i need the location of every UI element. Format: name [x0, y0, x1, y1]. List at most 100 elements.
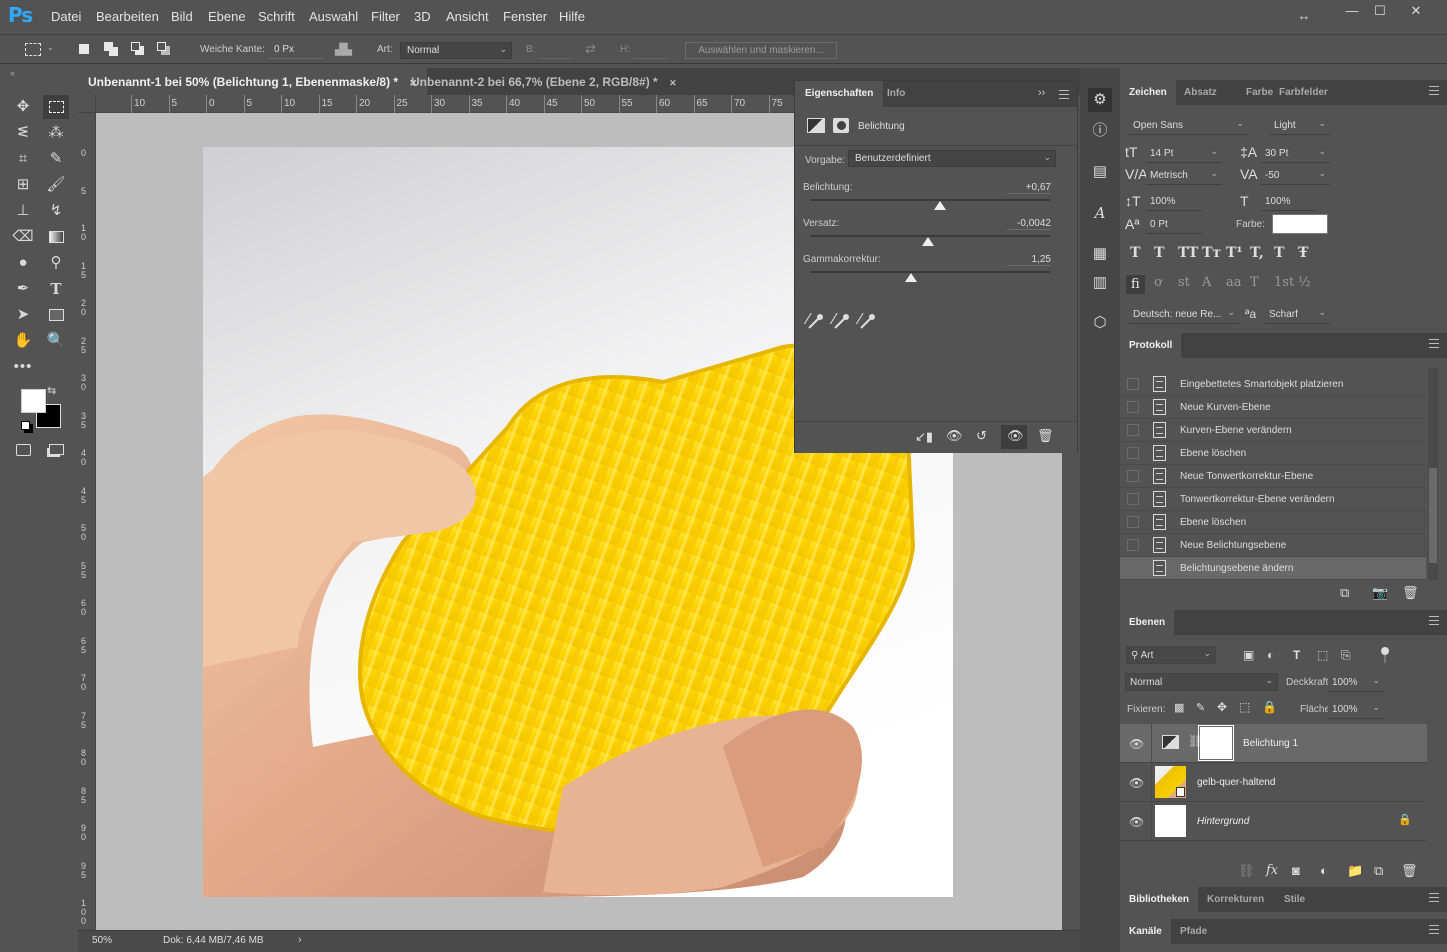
lock-icon[interactable]: 🔒	[1398, 813, 1412, 826]
offset-slider-thumb[interactable]	[921, 237, 934, 246]
lasso-tool-icon[interactable]: ᓬ	[10, 121, 36, 145]
ruler-origin[interactable]	[78, 95, 96, 113]
history-snapshot-checkbox[interactable]	[1127, 493, 1139, 505]
new-document-from-state-icon[interactable]: ⧉	[1340, 585, 1349, 601]
gamma-value[interactable]: 1,25	[1007, 254, 1051, 266]
view-previous-state-icon[interactable]: 👁	[946, 428, 963, 444]
history-snapshot-checkbox[interactable]	[1127, 470, 1139, 482]
history-item[interactable]: Belichtungsebene ändern	[1120, 557, 1426, 580]
blend-mode-select[interactable]: Normal ⌄	[1125, 673, 1278, 691]
lock-image-icon[interactable]: ✎	[1196, 701, 1205, 714]
new-layer-icon[interactable]: ⧉	[1374, 863, 1383, 879]
style-select[interactable]: Normal ⌄	[400, 42, 512, 59]
filter-toggle-icon[interactable]	[1381, 647, 1389, 655]
trash-icon[interactable]: 🗑	[1037, 428, 1054, 444]
swap-colors-icon[interactable]: ⇆	[47, 384, 56, 397]
glyphs-panel-icon[interactable]: ▤	[1088, 160, 1112, 184]
clip-to-layer-icon[interactable]: ↙▮	[915, 429, 933, 445]
filter-type-icon[interactable]: T	[1293, 648, 1300, 662]
default-colors-icon[interactable]	[21, 421, 30, 430]
crop-tool-icon[interactable]: ⌗	[10, 147, 36, 171]
menu-fenster[interactable]: Fenster	[503, 9, 547, 24]
hand-tool-icon[interactable]: ✋	[10, 329, 36, 353]
panel-menu-icon[interactable]	[1429, 86, 1439, 95]
menu-bearbeiten[interactable]: Bearbeiten	[96, 9, 159, 24]
layer-row-belichtung[interactable]: 👁 ⛓ Belichtung 1	[1120, 724, 1427, 763]
layer-filter-select[interactable]: ⚲ Art ⌄	[1126, 646, 1216, 664]
standard-ligatures-button[interactable]: fi	[1126, 275, 1145, 294]
tab-ebenen[interactable]: Ebenen	[1120, 610, 1175, 635]
foreground-color-swatch[interactable]	[21, 389, 46, 413]
history-snapshot-checkbox[interactable]	[1127, 562, 1139, 574]
anti-alias-select[interactable]: Scharf ⌄	[1265, 306, 1330, 324]
layer-thumbnail[interactable]	[1155, 805, 1186, 837]
screen-mode-icon[interactable]	[43, 438, 69, 462]
history-snapshot-checkbox[interactable]	[1127, 378, 1139, 390]
healing-brush-tool-icon[interactable]: ⊞	[10, 173, 36, 197]
filter-pixel-icon[interactable]: ▣	[1243, 648, 1254, 662]
info-panel-icon[interactable]: ⓘ	[1088, 119, 1112, 143]
tab-farbfelder[interactable]: Farbfelder	[1270, 80, 1337, 105]
history-item[interactable]: Tonwertkorrektur-Ebene verändern	[1120, 488, 1426, 511]
chevron-down-icon[interactable]: ⌄	[47, 43, 54, 52]
history-item[interactable]: Kurven-Ebene verändern	[1120, 419, 1426, 442]
maximize-button[interactable]: ☐	[1366, 3, 1394, 20]
history-snapshot-checkbox[interactable]	[1127, 447, 1139, 459]
3d-panel-icon[interactable]: ⬡	[1088, 311, 1112, 335]
rectangle-marquee-tool-icon[interactable]	[43, 95, 69, 119]
history-snapshot-checkbox[interactable]	[1127, 424, 1139, 436]
trash-icon[interactable]: 🗑	[1401, 863, 1418, 879]
type-tool-icon[interactable]: T	[43, 277, 69, 301]
tab-eigenschaften[interactable]: Eigenschaften	[795, 81, 884, 107]
tab-document-2[interactable]: Unbenannt-2 bei 66,7% (Ebene 2, RGB/8#) …	[401, 68, 687, 95]
history-item[interactable]: Neue Belichtungsebene	[1120, 534, 1426, 557]
new-group-icon[interactable]: 📁	[1347, 863, 1363, 879]
height-input[interactable]	[633, 42, 666, 59]
faux-italic-button[interactable]: T	[1154, 245, 1164, 261]
menu-ansicht[interactable]: Ansicht	[446, 9, 489, 24]
stylistic-alternates-button[interactable]: aa	[1226, 275, 1242, 290]
font-family-select[interactable]: Open Sans ⌄	[1129, 117, 1248, 135]
menu-hilfe[interactable]: Hilfe	[559, 9, 585, 24]
discretionary-ligatures-button[interactable]: st	[1178, 275, 1190, 290]
kerning-select[interactable]: Metrisch ⌄	[1146, 167, 1222, 185]
filter-smart-object-icon[interactable]: ⎘	[1341, 648, 1351, 663]
properties-panel-icon[interactable]: ⚙	[1088, 88, 1112, 112]
panel-menu-icon[interactable]	[1429, 925, 1439, 934]
tab-bibliotheken[interactable]: Bibliotheken	[1120, 887, 1199, 912]
gamma-slider-track[interactable]	[810, 271, 1050, 273]
lock-artboard-icon[interactable]: ⬚	[1239, 700, 1250, 714]
ordinals-button[interactable]: 1st	[1274, 275, 1294, 290]
quick-mask-icon[interactable]	[10, 438, 36, 462]
feather-input[interactable]: 0 Px	[268, 42, 323, 59]
contextual-alternates-button[interactable]: ơ	[1154, 275, 1162, 290]
faux-bold-button[interactable]: T	[1130, 245, 1140, 261]
menu-schrift[interactable]: Schrift	[258, 9, 295, 24]
menu-datei[interactable]: Datei	[51, 9, 81, 24]
rectangle-tool-icon[interactable]	[43, 303, 69, 327]
tab-info[interactable]: Info	[877, 81, 915, 107]
close-tab-icon[interactable]: ✕	[669, 78, 677, 88]
text-color-swatch[interactable]	[1272, 214, 1328, 234]
history-brush-tool-icon[interactable]: ↯	[43, 199, 69, 223]
vertical-scale-input[interactable]: 100%	[1146, 193, 1202, 211]
menu-auswahl[interactable]: Auswahl	[309, 9, 358, 24]
history-item[interactable]: Ebene löschen	[1120, 511, 1426, 534]
eye-icon[interactable]: 👁	[1129, 815, 1144, 829]
tab-stile[interactable]: Stile	[1275, 887, 1314, 912]
toggle-visibility-button[interactable]: 👁	[1001, 425, 1027, 449]
titling-alternates-button[interactable]: T	[1250, 275, 1259, 290]
pen-tool-icon[interactable]: ✒	[10, 277, 36, 301]
font-size-input[interactable]: 14 Pt ⌄	[1146, 145, 1222, 163]
path-selection-tool-icon[interactable]: ➤	[10, 303, 36, 327]
menu-ebene[interactable]: Ebene	[208, 9, 246, 24]
gradient-tool-icon[interactable]	[43, 225, 69, 249]
filter-adjustment-icon[interactable]: ◐	[1267, 648, 1274, 662]
gamma-slider-thumb[interactable]	[904, 273, 917, 282]
subscript-button[interactable]: T,	[1250, 245, 1264, 261]
panel-menu-icon[interactable]	[1429, 893, 1439, 902]
swash-button[interactable]: A	[1202, 275, 1211, 290]
magic-wand-tool-icon[interactable]: ⁂	[43, 121, 69, 145]
dodge-tool-icon[interactable]: ⚲	[43, 251, 69, 275]
baseline-shift-input[interactable]: 0 Pt	[1146, 216, 1202, 234]
